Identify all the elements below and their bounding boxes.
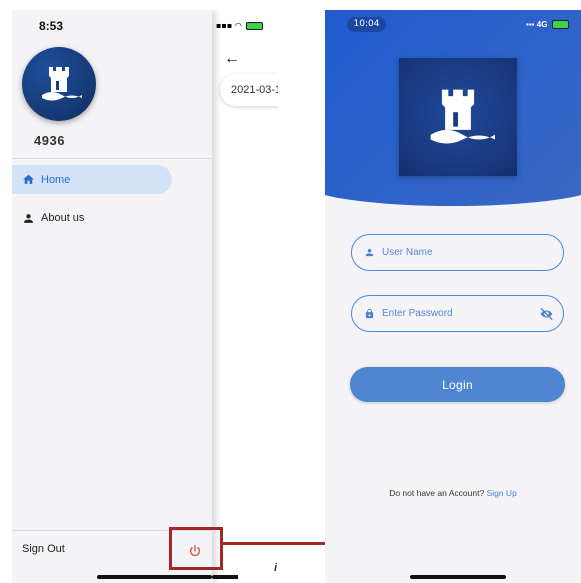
sign-out-label[interactable]: Sign Out — [22, 543, 65, 555]
drawer-username: 4936 — [34, 133, 65, 148]
status-time: 10:04 — [347, 17, 386, 32]
login-button[interactable]: Login — [350, 367, 565, 402]
network-label: 4G — [536, 20, 548, 29]
battery-icon — [246, 21, 264, 30]
drawer-screen: ▪▪▪ ◠ ← 2021-03-1 i 8:53 4936 Home About… — [12, 10, 278, 583]
status-time: 8:53 — [39, 19, 64, 33]
castle-logo-icon — [430, 89, 495, 144]
username-input[interactable]: User Name — [351, 234, 564, 271]
home-indicator — [97, 575, 212, 579]
person-icon — [24, 213, 33, 223]
info-icon[interactable]: i — [274, 562, 277, 574]
behind-page: ▪▪▪ ◠ ← 2021-03-1 i — [212, 10, 278, 583]
password-input[interactable]: Enter Password — [351, 295, 564, 332]
username-placeholder: User Name — [382, 247, 433, 258]
drawer-divider — [12, 158, 212, 159]
home-indicator — [410, 575, 506, 579]
person-icon — [365, 248, 374, 257]
navigation-drawer: 8:53 4936 Home About us Sign Out — [12, 10, 212, 583]
signal-icon: ▪▪▪ — [216, 21, 233, 30]
battery-icon — [551, 20, 569, 30]
back-arrow-icon[interactable]: ← — [224, 50, 240, 68]
signup-link[interactable]: Sign Up — [487, 488, 517, 498]
toggle-password-visibility[interactable] — [539, 307, 554, 321]
lock-icon — [365, 308, 374, 319]
eye-off-icon — [540, 308, 553, 320]
signal-icon: ▪▪▪ — [526, 20, 535, 29]
avatar[interactable] — [22, 47, 96, 121]
nav-item-home[interactable]: Home — [12, 165, 172, 194]
nav-item-label: About us — [41, 212, 85, 224]
date-chip-label: 2021-03-1 — [231, 84, 278, 96]
wifi-icon: ◠ — [234, 21, 242, 30]
behind-home-indicator — [212, 575, 238, 579]
nav-item-about-us[interactable]: About us — [12, 210, 172, 226]
status-indicators: ▪▪▪ 4G — [526, 20, 569, 30]
home-icon — [23, 174, 34, 184]
login-screen: 10:04 ▪▪▪ 4G User Name Enter Password Lo… — [325, 10, 581, 583]
signup-prompt-line: Do not have an Account? Sign Up — [325, 488, 581, 498]
behind-status-bar: ▪▪▪ ◠ — [216, 21, 264, 30]
date-chip[interactable]: 2021-03-1 — [220, 74, 278, 106]
castle-logo-icon — [42, 67, 82, 101]
sign-out-highlight — [169, 527, 223, 570]
nav-item-label: Home — [41, 173, 71, 186]
signup-prompt: Do not have an Account? — [389, 488, 485, 498]
password-placeholder: Enter Password — [382, 308, 453, 319]
app-logo — [399, 58, 517, 176]
